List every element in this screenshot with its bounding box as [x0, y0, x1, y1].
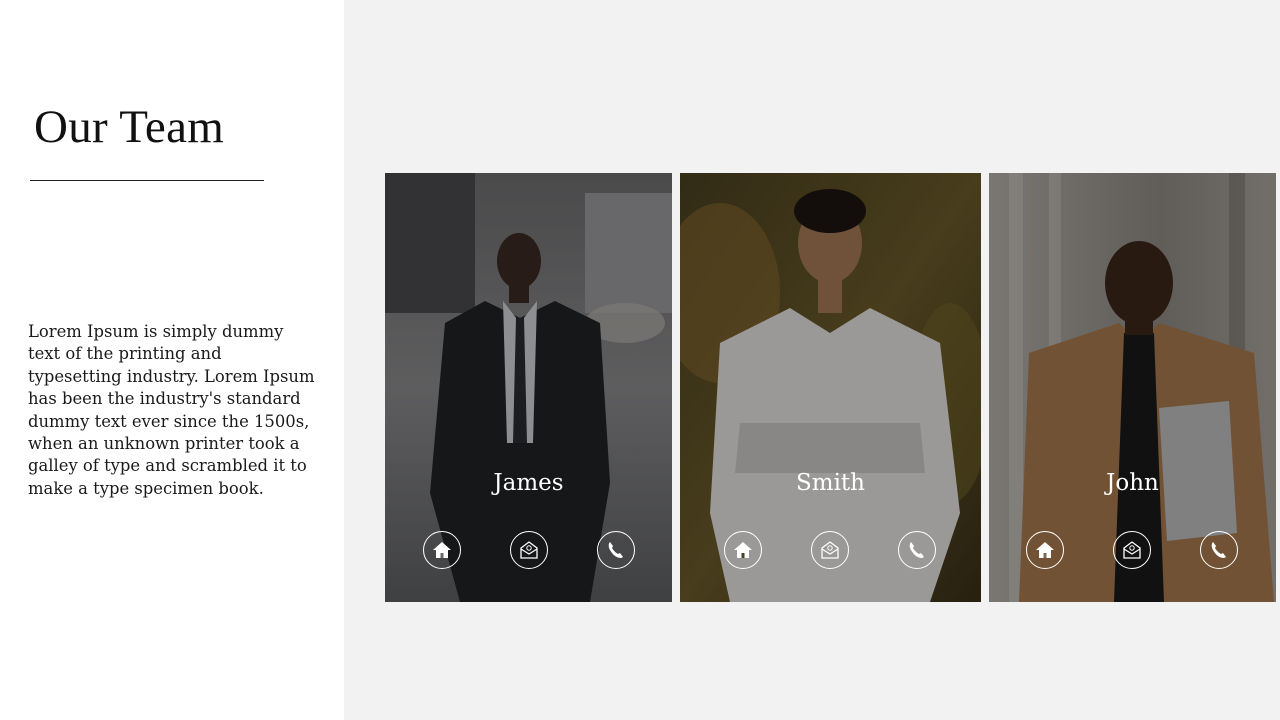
phone-button[interactable]: [597, 531, 635, 569]
email-button[interactable]: [811, 531, 849, 569]
card-content-john: John: [989, 173, 1276, 602]
home-button[interactable]: [423, 531, 461, 569]
email-button[interactable]: [1113, 531, 1151, 569]
page-title: Our Team: [34, 101, 225, 153]
home-icon: [433, 542, 451, 558]
mail-icon: [1123, 541, 1141, 559]
card-content-james: James: [385, 173, 672, 602]
phone-icon: [909, 542, 924, 558]
left-panel: Our Team Lorem Ipsum is simply dummy tex…: [0, 0, 344, 720]
home-icon: [1036, 542, 1054, 558]
mail-icon: [821, 541, 839, 559]
member-name: John: [1106, 470, 1159, 496]
phone-button[interactable]: [898, 531, 936, 569]
phone-icon: [1211, 542, 1226, 558]
member-name: James: [493, 470, 564, 496]
mail-icon: [520, 541, 538, 559]
email-button[interactable]: [510, 531, 548, 569]
phone-button[interactable]: [1200, 531, 1238, 569]
team-description: Lorem Ipsum is simply dummy text of the …: [28, 322, 315, 498]
card-content-smith: Smith: [680, 173, 981, 602]
home-button[interactable]: [1026, 531, 1064, 569]
home-icon: [734, 542, 752, 558]
title-divider: [30, 180, 264, 181]
home-button[interactable]: [724, 531, 762, 569]
phone-icon: [608, 542, 623, 558]
member-name: Smith: [796, 470, 865, 496]
